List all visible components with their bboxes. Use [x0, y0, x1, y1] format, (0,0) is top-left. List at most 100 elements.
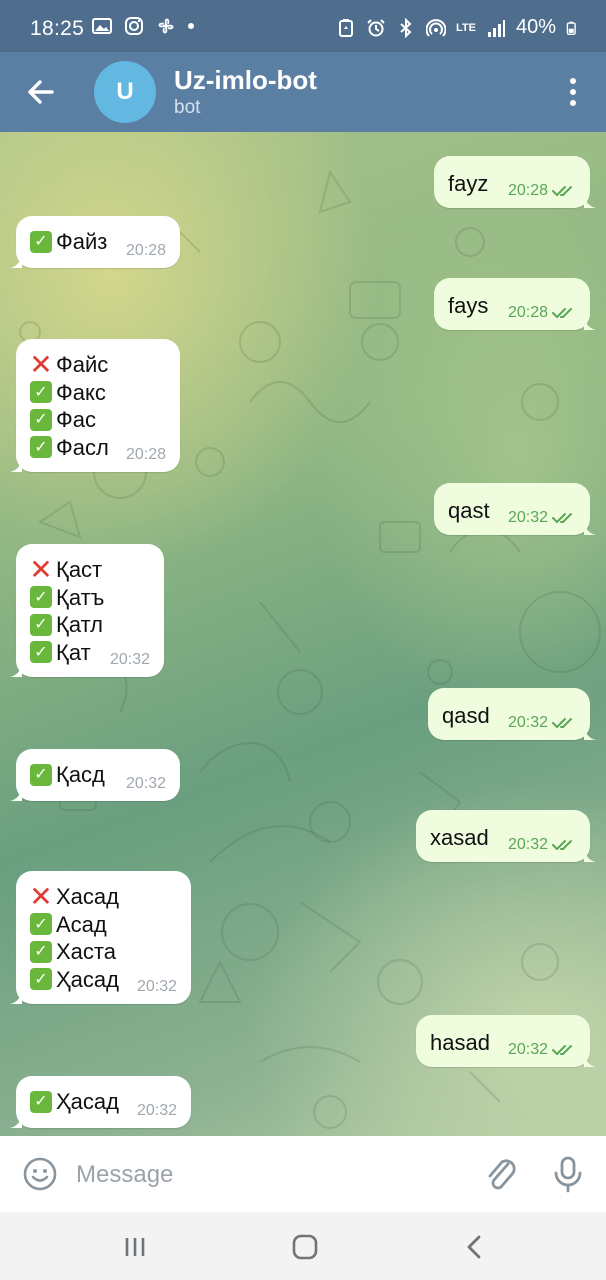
suggestion-line: ✓ Файз — [30, 228, 107, 256]
check-mark-icon: ✓ — [30, 586, 52, 609]
fan-icon — [158, 18, 174, 34]
incoming-message[interactable]: ✕ Файс ✓ Факс ✓ Фас ✓ Фасл 20:28 — [10, 339, 180, 472]
suggestion-line: ✓ Хаста — [30, 938, 119, 966]
message-time: 20:32 — [507, 509, 548, 526]
message-text-value: hasad — [430, 1030, 490, 1055]
status-bar: 18:25 LTE 40% — [0, 0, 606, 52]
mic-icon[interactable] — [550, 1154, 586, 1194]
suggestion-line: ✓ Қасд — [30, 761, 105, 789]
suggestion-word: Қат — [56, 639, 91, 665]
outgoing-message[interactable]: fays 20:28 — [434, 278, 596, 330]
check-mark-icon: ✓ — [30, 436, 52, 459]
outgoing-message[interactable]: qast 20:32 — [434, 483, 596, 535]
bubble-tail — [10, 990, 22, 1004]
incoming-message[interactable]: ✓ Файз 20:28 — [10, 216, 180, 268]
emoji-icon[interactable] — [22, 1156, 58, 1192]
suggestion-word: Хаста — [56, 939, 116, 964]
back-icon[interactable] — [460, 1232, 490, 1262]
bubble-tail — [584, 521, 596, 535]
message-text: fayz — [448, 170, 488, 198]
message-input-bar — [0, 1136, 606, 1212]
message-input[interactable] — [74, 1154, 458, 1196]
message-text: qast — [448, 497, 490, 525]
suggestion-line: ✕ Файс — [29, 351, 109, 379]
message-text: ✕ Қаст ✓ Қатъ ✓ Қатл ✓ Қат — [29, 554, 104, 666]
suggestion-line: ✓ Қатъ — [30, 584, 104, 612]
outgoing-message[interactable]: xasad 20:32 — [416, 810, 596, 862]
read-check-icon — [552, 186, 572, 196]
system-icons: LTE 40% — [336, 16, 580, 39]
incoming-message[interactable]: ✓ Қасд 20:32 — [10, 749, 180, 801]
message-text: ✓ Қасд — [30, 761, 105, 789]
battery-saver-icon — [339, 18, 353, 37]
outgoing-message[interactable]: hasad 20:32 — [416, 1015, 596, 1067]
bubble-tail — [584, 194, 596, 208]
incoming-message[interactable]: ✓ Ҳасад 20:32 — [10, 1076, 191, 1128]
check-mark-icon: ✓ — [30, 230, 52, 253]
read-check-icon — [552, 840, 572, 850]
incoming-message[interactable]: ✕ Қаст ✓ Қатъ ✓ Қатл ✓ Қат 20:32 — [10, 544, 164, 677]
recents-icon[interactable] — [120, 1232, 150, 1262]
bubble-tail — [10, 458, 22, 472]
battery-percent: 40% — [515, 16, 556, 38]
check-mark-icon: ✓ — [30, 940, 52, 963]
suggestion-line: ✕ Хасад — [29, 881, 119, 912]
message-meta: 20:32 — [508, 1041, 576, 1059]
hotspot-icon — [426, 18, 446, 37]
alarm-icon — [367, 18, 385, 36]
cross-mark-icon: ✕ — [29, 554, 53, 585]
message-time: 20:32 — [136, 1102, 177, 1119]
incoming-message[interactable]: ✕ Хасад ✓ Асад ✓ Хаста ✓ Ҳасад 20:32 — [10, 871, 191, 1004]
message-text-value: fayz — [448, 171, 489, 196]
check-mark-icon: ✓ — [30, 1090, 52, 1113]
message-text: ✕ Файс ✓ Факс ✓ Фас ✓ Фасл — [29, 351, 109, 461]
attach-icon[interactable] — [482, 1154, 520, 1194]
message-text: qasd — [442, 702, 490, 730]
chat-area[interactable]: fayz 20:28 ✓ Файз 20:28 fays 20:28 ✕ Файс ✓ Факс ✓ Ф… — [0, 132, 606, 1136]
suggestion-line: ✓ Асад — [30, 911, 119, 939]
message-meta: 20:32 — [508, 509, 576, 527]
check-mark-icon: ✓ — [30, 913, 52, 936]
message-meta: 20:32 — [508, 836, 576, 854]
suggestion-word: Ҳасад — [56, 1089, 119, 1114]
outgoing-message[interactable]: fayz 20:28 — [434, 156, 596, 208]
check-mark-icon: ✓ — [30, 763, 52, 786]
back-arrow-icon[interactable] — [20, 70, 64, 114]
chat-subtitle: bot — [174, 97, 201, 118]
cross-mark-icon: ✕ — [29, 881, 53, 912]
suggestion-word: Фас — [56, 407, 96, 432]
more-vert-icon[interactable] — [558, 72, 588, 112]
suggestion-line: ✓ Ҳасад — [30, 966, 119, 994]
message-meta: 20:28 — [126, 242, 166, 260]
outgoing-message[interactable]: qasd 20:32 — [428, 688, 596, 740]
check-mark-icon: ✓ — [30, 408, 52, 431]
check-mark-icon: ✓ — [30, 381, 52, 404]
avatar[interactable]: U — [94, 61, 156, 123]
suggestion-word: Фасл — [56, 434, 109, 460]
message-time: 20:32 — [125, 775, 166, 792]
suggestion-word: Асад — [56, 911, 107, 937]
message-text: ✕ Хасад ✓ Асад ✓ Хаста ✓ Ҳасад — [29, 881, 119, 994]
message-text: ✓ Ҳасад — [30, 1088, 119, 1116]
message-time: 20:28 — [125, 446, 166, 463]
message-text-value: qasd — [442, 703, 490, 728]
bubble-tail — [10, 663, 22, 677]
check-mark-icon: ✓ — [30, 968, 52, 991]
message-text: fays — [448, 292, 488, 320]
message-text: ✓ Файз — [30, 228, 107, 256]
read-check-icon — [552, 308, 572, 318]
message-time: 20:32 — [136, 978, 177, 995]
bluetooth-icon — [400, 17, 412, 38]
suggestion-word: Қатл — [56, 612, 103, 637]
chat-title[interactable]: Uz-imlo-bot — [174, 65, 317, 96]
message-meta: 20:32 — [137, 978, 177, 996]
message-meta: 20:32 — [137, 1102, 177, 1120]
message-time: 20:32 — [507, 1041, 548, 1058]
suggestion-line: ✓ Факс — [30, 379, 109, 407]
suggestion-word: Факс — [56, 379, 106, 405]
suggestion-word: Қатъ — [56, 584, 105, 610]
home-icon[interactable] — [290, 1232, 320, 1262]
notification-icons — [92, 16, 194, 36]
check-mark-icon: ✓ — [30, 613, 52, 636]
message-meta: 20:32 — [508, 714, 576, 732]
